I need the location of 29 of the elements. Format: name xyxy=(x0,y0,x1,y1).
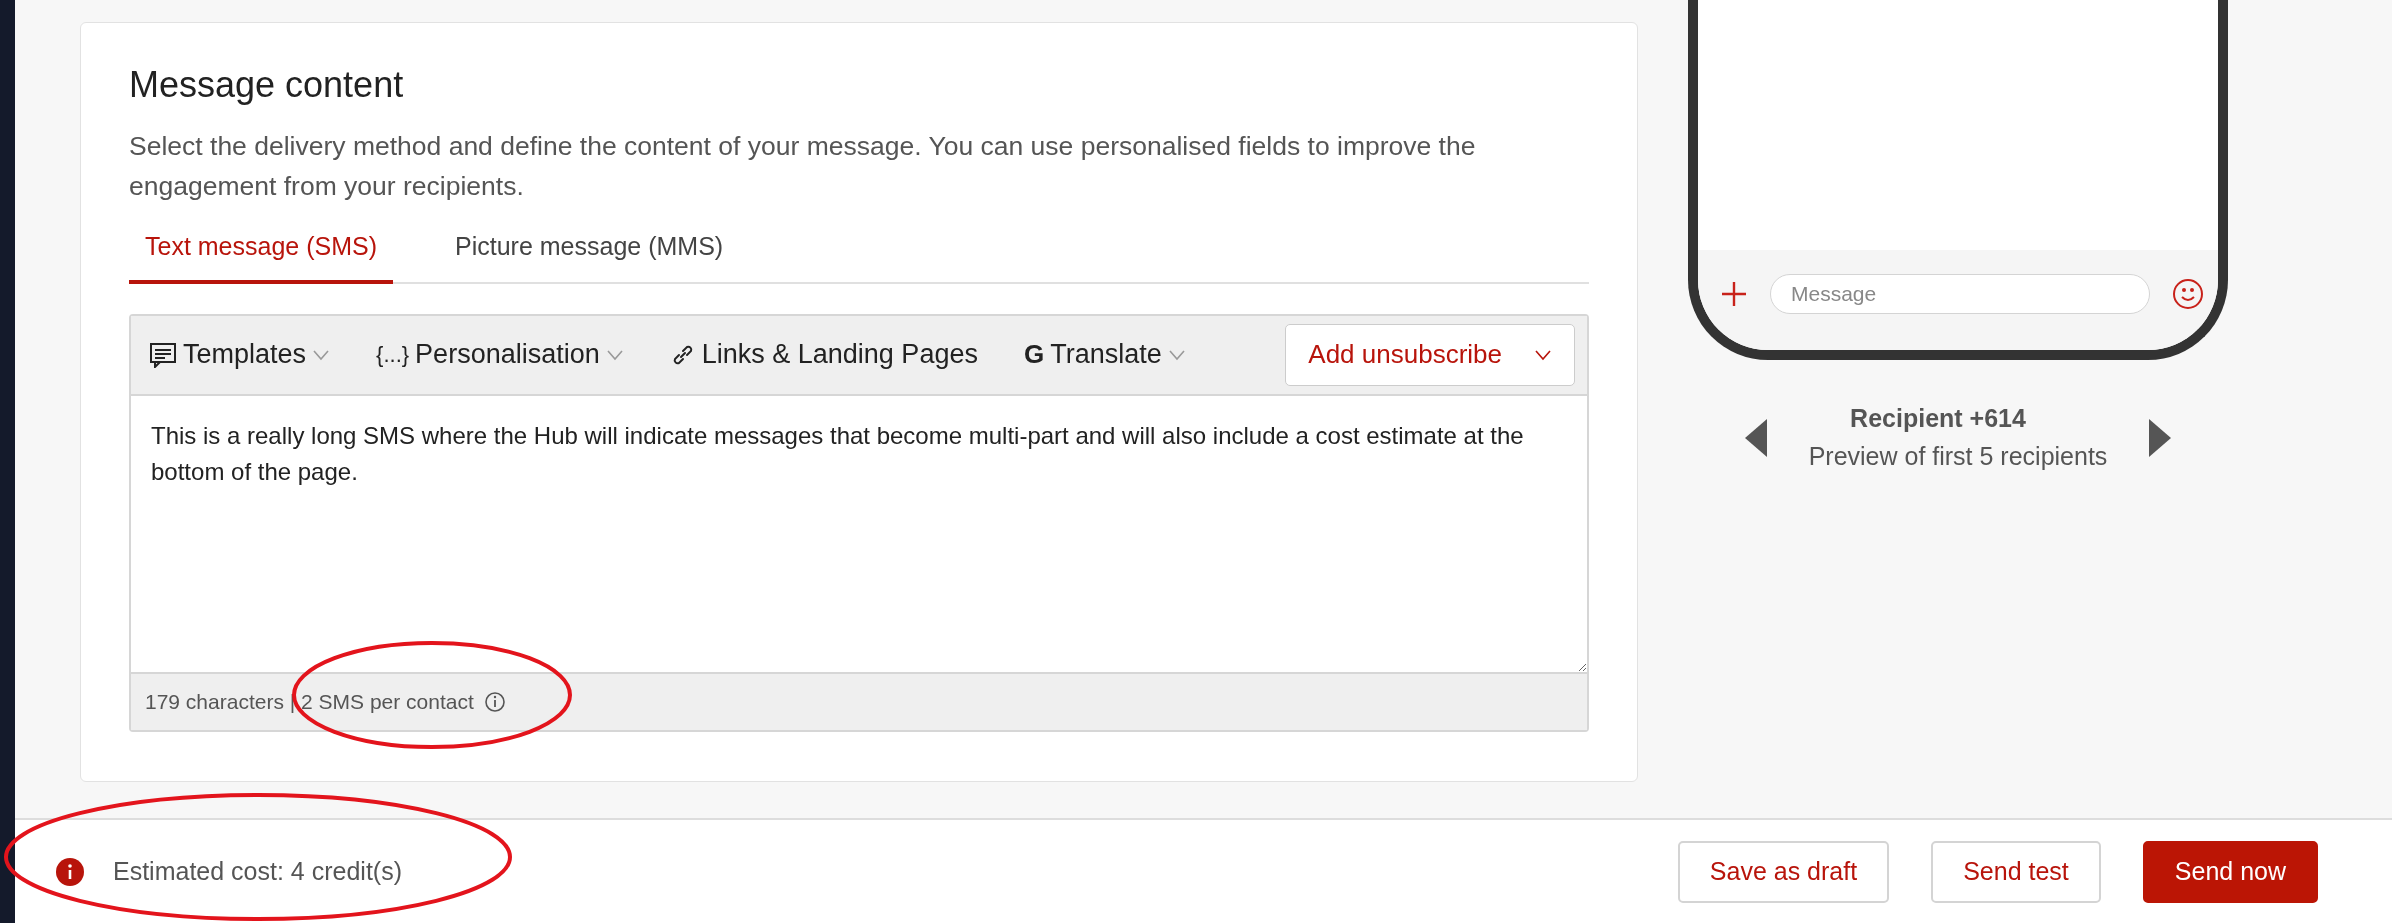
preview-note: Preview of first 5 recipients xyxy=(1808,440,2108,472)
character-counter: 179 characters | 2 SMS per contact xyxy=(145,688,474,715)
info-icon xyxy=(483,690,506,713)
cost-estimate: Estimated cost: 4 credit(s) xyxy=(113,855,402,887)
add-unsubscribe-button[interactable]: Add unsubscribe xyxy=(1285,323,1575,386)
tab[interactable]: Picture message (MMS) xyxy=(439,220,740,284)
smiley-icon xyxy=(2172,278,2204,310)
toolbar-button[interactable]: Templates xyxy=(149,334,331,375)
info-icon xyxy=(55,856,85,887)
recipient-label: Recipient +614 xyxy=(1850,403,2026,434)
message-editor[interactable]: Templates {...} Personalisation Links & Landing Pages G Translate Add unsubscribe This is a really long SMS where the Hub will indicate messages that become multi-part and will also include a cost estimate at the bottom of the page. 179 characters | 2 SMS per contact xyxy=(129,313,1589,732)
toolbar-button[interactable]: Links & Landing Pages xyxy=(669,334,978,375)
chevron-down-icon xyxy=(312,348,331,361)
chevron-down-icon xyxy=(1167,348,1186,361)
footer-button[interactable]: Save as draft xyxy=(1677,840,1890,903)
footer-button[interactable]: Send test xyxy=(1931,840,2101,903)
message-icon xyxy=(149,341,177,368)
card-description: Select the delivery method and define the content of your message. You can use personalised fields to improve the engagement from your recipients. xyxy=(129,130,1477,204)
tab[interactable]: Text message (SMS) xyxy=(129,220,393,284)
toolbar-button[interactable]: {...} Personalisation xyxy=(376,334,624,375)
braces-icon: {...} xyxy=(376,338,410,372)
message-field[interactable]: Message xyxy=(1770,274,2150,314)
plus-icon xyxy=(1720,280,1748,308)
toolbar-button[interactable]: G Translate xyxy=(1023,334,1186,375)
send-now-button[interactable]: Send now xyxy=(2142,840,2318,903)
chevron-down-icon xyxy=(605,348,624,361)
card-title: Message content xyxy=(129,63,405,107)
google-icon: G xyxy=(1023,335,1045,375)
chevron-down-icon xyxy=(1534,348,1552,361)
